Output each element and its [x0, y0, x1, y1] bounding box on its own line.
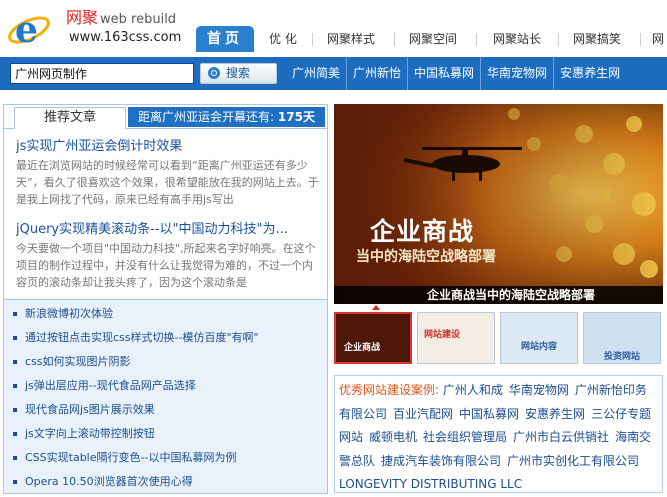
- case-link[interactable]: 安惠养生网: [525, 407, 585, 421]
- site-url: www.163css.com: [69, 30, 182, 45]
- countdown-value: 175天: [277, 110, 315, 124]
- recommended-articles-panel: 推荐文章 距离广州亚运会开幕还有: 175天 js实现广州亚运会倒计时效果 最近…: [3, 104, 328, 494]
- thumbnail-slide[interactable]: 企业商战: [334, 312, 412, 364]
- case-link[interactable]: 捷成汽车装饰有限公司: [381, 454, 501, 468]
- bullet-icon: [13, 456, 17, 460]
- case-link[interactable]: 百业汽配网: [393, 407, 453, 421]
- list-item-label: 现代食品网js图片展示效果: [25, 403, 155, 416]
- nav-divider: [312, 33, 313, 46]
- thumbnail-slide[interactable]: 投资网站: [583, 312, 661, 364]
- list-item[interactable]: css如何实现图片阴影: [13, 354, 131, 370]
- ie-logo-icon[interactable]: e: [6, 6, 52, 52]
- active-slide-marker-icon: [372, 305, 380, 310]
- bullet-icon: [13, 480, 17, 484]
- nav-item-webmaster[interactable]: 网聚站长: [493, 26, 541, 52]
- case-link[interactable]: LONGEVITY DISTRIBUTING LLC: [339, 477, 522, 491]
- nav-item-funny[interactable]: 网聚搞笑: [573, 26, 621, 52]
- thumbnail-label: 网站建设: [424, 330, 461, 340]
- main-nav: 首页 优 化 网聚样式 网聚空间 网聚站长 网聚搞笑 网: [193, 26, 667, 52]
- search-button-label: 搜索: [226, 66, 251, 80]
- article-title-link[interactable]: js实现广州亚运会倒计时效果: [16, 135, 322, 154]
- list-item-label: 新浪微博初次体验: [25, 307, 113, 320]
- bullet-icon: [13, 336, 17, 340]
- thumbnail-label: 网站内容: [521, 342, 558, 352]
- quick-link[interactable]: 中国私募网: [407, 57, 480, 90]
- quick-link[interactable]: 广州新怡: [346, 57, 407, 90]
- thumbnail-slide[interactable]: 网站建设: [417, 312, 495, 364]
- countdown-banner: 距离广州亚运会开幕还有: 175天: [128, 107, 325, 127]
- list-item-label: 通过按钮点击实现css样式切换--模仿百度"有啊": [25, 331, 259, 344]
- list-item-label: js文字向上滚动带控制按钮: [25, 427, 155, 440]
- list-item[interactable]: 新浪微博初次体验: [13, 306, 113, 322]
- quick-link[interactable]: 华南宠物网: [480, 57, 553, 90]
- site-header: e 网聚 web rebuild www.163css.com 首页 优 化 网聚…: [0, 0, 667, 58]
- article-list: 新浪微博初次体验 通过按钮点击实现css样式切换--模仿百度"有啊" css如何…: [4, 299, 327, 493]
- list-item[interactable]: js文字向上滚动带控制按钮: [13, 426, 155, 442]
- thumbnail-label: 企业商战: [344, 343, 381, 353]
- countdown-prefix: 距离广州亚运会开幕还有:: [138, 110, 275, 124]
- bullet-icon: [13, 432, 17, 436]
- banner-title: 企业商战: [370, 217, 475, 246]
- bullet-icon: [13, 384, 17, 388]
- cases-label: 优秀网站建设案例:: [339, 383, 440, 397]
- featured-banner[interactable]: 企业商战 当中的海陆空战略部署 企业商战当中的海陆空战略部署: [334, 104, 663, 304]
- quick-links: 广州简美 广州新怡 中国私募网 华南宠物网 安惠养生网: [286, 57, 626, 90]
- article-item: jQuery实现精美滚动条--以"中国动力科技"为... 今天要做一个项目"中国…: [16, 218, 322, 291]
- nav-item-home[interactable]: 首页: [196, 26, 254, 52]
- quick-link[interactable]: 安惠养生网: [553, 57, 626, 90]
- case-link[interactable]: 广州市实创化工有限公司: [507, 454, 639, 468]
- website-cases: 优秀网站建设案例: 广州人和成 华南宠物网 广州新怡印务有限公司 百业汽配网 中国私募网…: [334, 375, 663, 493]
- article-item: js实现广州亚运会倒计时效果 最近在浏览网站的时候经常可以看到“距离广州亚运还有…: [16, 135, 322, 208]
- case-link[interactable]: 社会组织管理局: [423, 430, 507, 444]
- banner-caption: 企业商战当中的海陆空战略部署: [334, 286, 663, 304]
- nav-divider: [640, 33, 641, 46]
- article-excerpt: 最近在浏览网站的时候经常可以看到“距离广州亚运还有多少天”，看久了很喜欢这个效果…: [16, 159, 319, 206]
- case-link[interactable]: 华南宠物网: [509, 383, 569, 397]
- svg-text:e: e: [15, 9, 38, 51]
- brand-name-en: web rebuild: [100, 12, 177, 27]
- article-title-link[interactable]: jQuery实现精美滚动条--以"中国动力科技"为...: [16, 218, 322, 237]
- list-item[interactable]: CSS实现table隔行变色--以中国私募网为例: [13, 450, 236, 466]
- list-item[interactable]: js弹出层应用--现代食品网产品选择: [13, 378, 196, 394]
- search-input[interactable]: [10, 63, 194, 84]
- article-excerpt: 今天要做一个项目"中国动力科技",所起来名字好响亮。在这个项目的制作过程中，并没…: [16, 242, 316, 289]
- list-item-label: css如何实现图片阴影: [25, 355, 131, 368]
- case-link[interactable]: 广州人和成: [443, 383, 503, 397]
- case-link[interactable]: 威顿电机: [369, 430, 417, 444]
- search-button[interactable]: 搜索: [200, 63, 277, 84]
- case-link[interactable]: 广州市白云供销社: [513, 430, 609, 444]
- bullet-icon: [13, 408, 17, 412]
- list-item-label: CSS实现table隔行变色--以中国私募网为例: [25, 451, 237, 464]
- quick-link[interactable]: 广州简美: [286, 57, 346, 90]
- thumbnail-slide[interactable]: 网站内容: [500, 312, 578, 364]
- bullet-icon: [13, 360, 17, 364]
- banner-image: [334, 104, 663, 304]
- nav-divider: [476, 33, 477, 46]
- banner-thumbnails: 企业商战 网站建设 网站内容 投资网站: [334, 312, 663, 366]
- nav-item-more[interactable]: 网: [652, 26, 664, 52]
- brand[interactable]: 网聚 web rebuild: [66, 4, 176, 28]
- bullet-icon: [13, 312, 17, 316]
- nav-divider: [394, 33, 395, 46]
- list-item-label: js弹出层应用--现代食品网产品选择: [25, 379, 196, 392]
- banner-subtitle: 当中的海陆空战略部署: [356, 249, 496, 265]
- search-bar: 搜索 广州简美广州新怡中国私募网华南宠物网安惠养生网: [0, 57, 667, 90]
- panel-tabs: 推荐文章 距离广州亚运会开幕还有: 175天: [4, 105, 327, 129]
- case-link[interactable]: 中国私募网: [459, 407, 519, 421]
- list-item[interactable]: 通过按钮点击实现css样式切换--模仿百度"有啊": [13, 330, 259, 346]
- list-item[interactable]: 现代食品网js图片展示效果: [13, 402, 155, 418]
- nav-item-space[interactable]: 网聚空间: [409, 26, 457, 52]
- nav-item-styles[interactable]: 网聚样式: [327, 26, 375, 52]
- search-icon: [208, 67, 220, 79]
- thumbnail-label: 投资网站: [604, 352, 641, 362]
- nav-divider: [558, 33, 559, 46]
- tab-recommended[interactable]: 推荐文章: [14, 107, 126, 129]
- nav-item-optimize[interactable]: 优 化: [269, 26, 297, 52]
- brand-name-cn: 网聚: [66, 8, 99, 27]
- list-item-label: Opera 10.50浏览器首次使用心得: [25, 475, 193, 488]
- list-item[interactable]: Opera 10.50浏览器首次使用心得: [13, 474, 193, 490]
